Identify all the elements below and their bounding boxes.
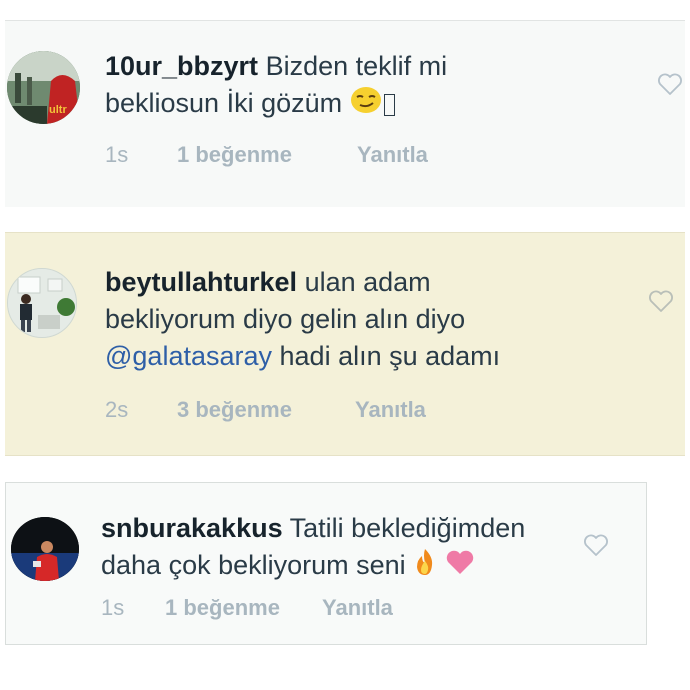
comment-meta: 2s 3 beğenme Yanıtla <box>105 397 465 425</box>
comment-body: bekliyorum diyo gelin alın diyo <box>105 304 466 334</box>
heart-outline-icon[interactable] <box>657 72 683 96</box>
smirking-face-emoji <box>350 86 382 124</box>
comment-body: bekliosun İki gözüm <box>105 88 343 118</box>
comment-text: 10ur_bbzyrt Bizden teklif mi bekliosun İ… <box>105 48 575 124</box>
avatar[interactable] <box>7 268 77 338</box>
comment-body: hadi alın şu adamı <box>279 341 501 371</box>
heart-outline-icon[interactable] <box>648 289 674 313</box>
comment-text: snburakakkus Tatili beklediğimden daha ç… <box>101 510 571 587</box>
timestamp: 1s <box>101 595 125 620</box>
username[interactable]: snburakakkus <box>101 513 283 543</box>
comment-meta: 1s 1 beğenme Yanıtla <box>105 142 465 170</box>
comment-card: snburakakkus Tatili beklediğimden daha ç… <box>5 482 647 645</box>
comment-card: ultr 10ur_bbzyrt Bizden teklif mi beklio… <box>5 20 685 207</box>
comment-card-highlighted: beytullahturkel ulan adam bekliyorum diy… <box>5 232 685 456</box>
comment-body: daha çok bekliyorum seni <box>101 550 406 581</box>
comment-text: beytullahturkel ulan adam bekliyorum diy… <box>105 264 625 375</box>
reply-button[interactable]: Yanıtla <box>322 595 393 621</box>
fire-emoji <box>413 547 437 587</box>
timestamp: 1s <box>105 142 129 167</box>
username[interactable]: beytullahturkel <box>105 267 297 297</box>
avatar[interactable]: ultr <box>7 51 80 124</box>
mention-link[interactable]: @galatasaray <box>105 341 272 371</box>
likes-count[interactable]: 1 beğenme <box>177 142 292 168</box>
likes-count[interactable]: 1 beğenme <box>165 595 280 621</box>
missing-glyph-icon <box>383 93 395 116</box>
avatar[interactable] <box>11 517 79 581</box>
heart-outline-icon[interactable] <box>583 533 609 557</box>
comment-body: ulan adam <box>304 267 431 297</box>
likes-count[interactable]: 3 beğenme <box>177 397 292 423</box>
reply-button[interactable]: Yanıtla <box>355 397 426 423</box>
username[interactable]: 10ur_bbzyrt <box>105 51 258 81</box>
reply-button[interactable]: Yanıtla <box>357 142 428 168</box>
comment-meta: 1s 1 beğenme Yanıtla <box>101 595 461 623</box>
comment-body: Tatili beklediğimden <box>289 513 526 543</box>
pink-heart-emoji <box>445 549 475 586</box>
svg-text:ultr: ultr <box>49 104 67 116</box>
timestamp: 2s <box>105 397 129 422</box>
comment-body: Bizden teklif mi <box>265 51 448 81</box>
